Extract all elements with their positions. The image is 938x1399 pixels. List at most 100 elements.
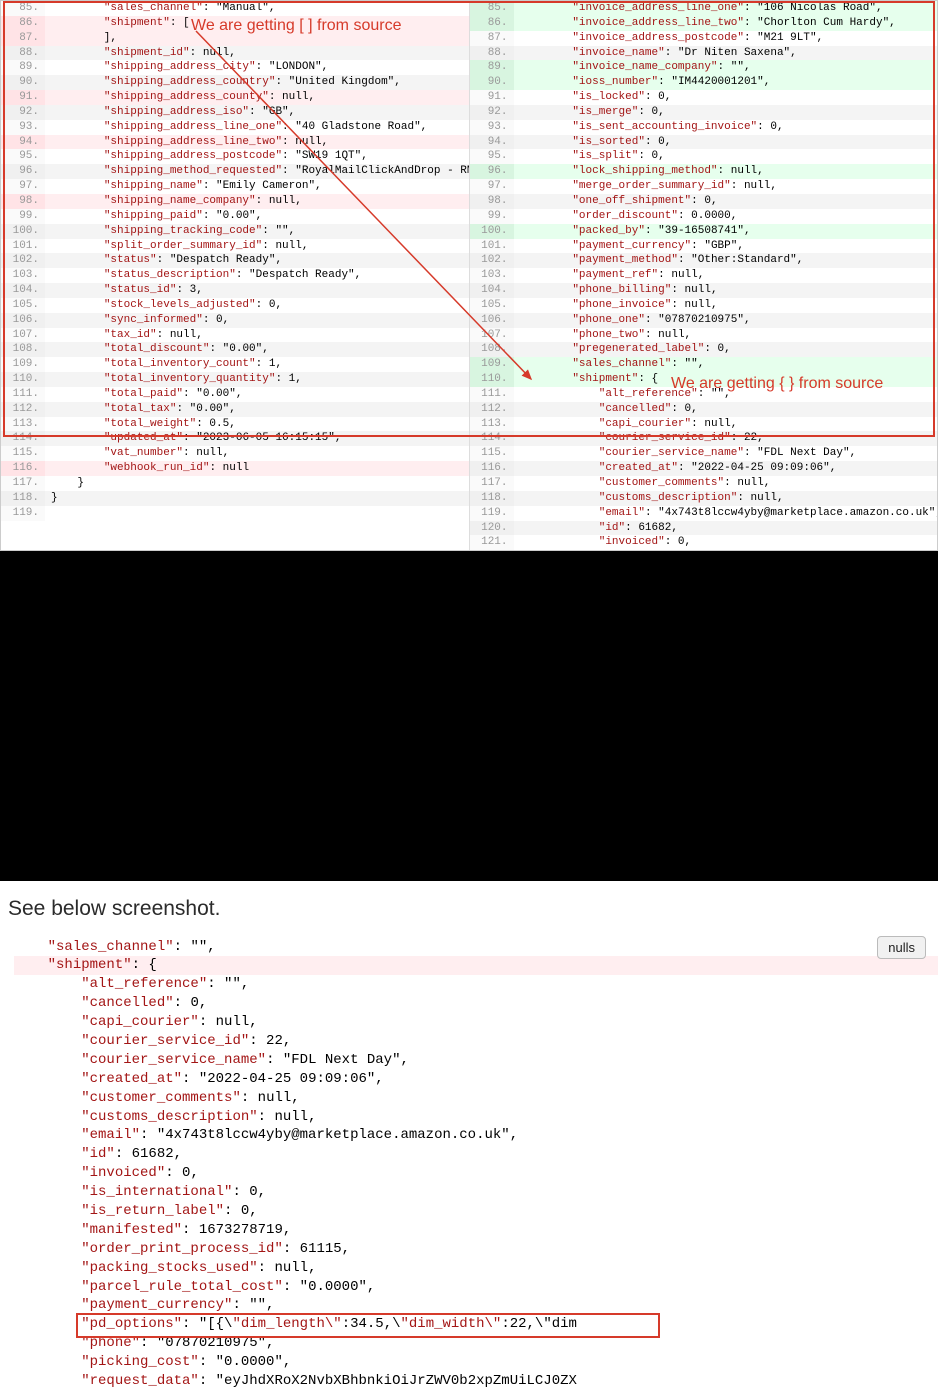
line-number: 109. — [1, 357, 45, 372]
code-line: 112. "cancelled": 0, — [470, 402, 938, 417]
json-line: "customer_comments": null, — [14, 1089, 938, 1108]
line-number: 99. — [1, 209, 45, 224]
line-number: 94. — [470, 135, 514, 150]
json-line: "shipment": { — [14, 956, 938, 975]
line-number: 106. — [1, 313, 45, 328]
line-number: 115. — [1, 446, 45, 461]
code-line: 91. "is_locked": 0, — [470, 90, 938, 105]
line-number: 87. — [1, 31, 45, 46]
code-line: 87. "invoice_address_postcode": "M21 9LT… — [470, 31, 938, 46]
line-number: 112. — [1, 402, 45, 417]
line-number: 92. — [470, 105, 514, 120]
line-number: 102. — [470, 253, 514, 268]
line-number: 118. — [470, 491, 514, 506]
code-line: 94. "shipping_address_line_two": null, — [1, 135, 469, 150]
json-line: "alt_reference": "", — [14, 975, 938, 994]
code-line: 105. "stock_levels_adjusted": 0, — [1, 298, 469, 313]
json-line: "courier_service_name": "FDL Next Day", — [14, 1051, 938, 1070]
line-number: 104. — [1, 283, 45, 298]
code-line: 101. "payment_currency": "GBP", — [470, 239, 938, 254]
line-number: 107. — [470, 328, 514, 343]
code-line: 90. "shipping_address_country": "United … — [1, 75, 469, 90]
json-line: "capi_courier": null, — [14, 1013, 938, 1032]
code-line: 93. "is_sent_accounting_invoice": 0, — [470, 120, 938, 135]
code-line: 104. "phone_billing": null, — [470, 283, 938, 298]
json-line: "payment_currency": "", — [14, 1296, 938, 1315]
code-line: 99. "shipping_paid": "0.00", — [1, 209, 469, 224]
code-line: 105. "phone_invoice": null, — [470, 298, 938, 313]
line-number: 88. — [470, 46, 514, 61]
code-line: 89. "invoice_name_company": "", — [470, 60, 938, 75]
second-screenshot: nulls "sales_channel": "", "shipment": {… — [0, 934, 938, 1399]
line-number: 112. — [470, 402, 514, 417]
line-number: 108. — [470, 342, 514, 357]
code-line: 106. "sync_informed": 0, — [1, 313, 469, 328]
json-line: "parcel_rule_total_cost": "0.0000", — [14, 1278, 938, 1297]
line-number: 117. — [1, 476, 45, 491]
json-line: "id": 61682, — [14, 1145, 938, 1164]
code-line: 95. "is_split": 0, — [470, 149, 938, 164]
line-number: 103. — [470, 268, 514, 283]
code-line: 120. "id": 61682, — [470, 521, 938, 536]
code-line: 102. "payment_method": "Other:Standard", — [470, 253, 938, 268]
line-number: 93. — [1, 120, 45, 135]
line-number: 119. — [1, 506, 45, 521]
code-line: 104. "status_id": 3, — [1, 283, 469, 298]
line-number: 97. — [1, 179, 45, 194]
code-line: 110. "shipment": { — [470, 372, 938, 387]
line-number: 99. — [470, 209, 514, 224]
code-line: 115. "courier_service_name": "FDL Next D… — [470, 446, 938, 461]
json-code-block[interactable]: "sales_channel": "", "shipment": { "alt_… — [0, 934, 938, 1395]
line-number: 107. — [1, 328, 45, 343]
line-number: 85. — [1, 1, 45, 16]
code-line: 108. "total_discount": "0.00", — [1, 342, 469, 357]
code-line: 88. "invoice_name": "Dr Niten Saxena", — [470, 46, 938, 61]
line-number: 115. — [470, 446, 514, 461]
code-line: 117. "customer_comments": null, — [470, 476, 938, 491]
line-number: 114. — [470, 431, 514, 446]
code-line: 85. "invoice_address_line_one": "106 Nic… — [470, 1, 938, 16]
diff-right-pane[interactable]: 85. "invoice_address_line_one": "106 Nic… — [469, 1, 938, 550]
code-line: 118.} — [1, 491, 469, 506]
code-line: 102. "status": "Despatch Ready", — [1, 253, 469, 268]
page-root: 85. "sales_channel": "Manual",86. "shipm… — [0, 0, 938, 1399]
line-number: 100. — [1, 224, 45, 239]
line-number: 100. — [470, 224, 514, 239]
line-number: 106. — [470, 313, 514, 328]
line-number: 116. — [1, 461, 45, 476]
line-number: 109. — [470, 357, 514, 372]
caption-text: See below screenshot. — [0, 881, 938, 933]
code-line: 110. "total_inventory_quantity": 1, — [1, 372, 469, 387]
code-line: 119. "email": "4x743t8lccw4yby@marketpla… — [470, 506, 938, 521]
code-line: 96. "lock_shipping_method": null, — [470, 164, 938, 179]
code-line: 109. "sales_channel": "", — [470, 357, 938, 372]
line-number: 89. — [1, 60, 45, 75]
json-line: "picking_cost": "0.0000", — [14, 1353, 938, 1372]
code-line: 114. "updated_at": "2023-06-05 16:15:15"… — [1, 431, 469, 446]
line-number: 104. — [470, 283, 514, 298]
line-number: 108. — [1, 342, 45, 357]
line-number: 113. — [470, 417, 514, 432]
code-line: 90. "ioss_number": "IM4420001201", — [470, 75, 938, 90]
line-number: 87. — [470, 31, 514, 46]
code-line: 86. "invoice_address_line_two": "Chorlto… — [470, 16, 938, 31]
json-line: "customs_description": null, — [14, 1108, 938, 1127]
nulls-button[interactable]: nulls — [877, 936, 926, 960]
json-line: "email": "4x743t8lccw4yby@marketplace.am… — [14, 1126, 938, 1145]
json-line: "manifested": 1673278719, — [14, 1221, 938, 1240]
code-line: 119. — [1, 506, 469, 521]
diff-left-pane[interactable]: 85. "sales_channel": "Manual",86. "shipm… — [1, 1, 469, 550]
json-line: "pd_options": "[{\"dim_length\":34.5,\"d… — [14, 1315, 938, 1334]
line-number: 86. — [470, 16, 514, 31]
code-line: 96. "shipping_method_requested": "RoyalM… — [1, 164, 469, 179]
code-line: 107. "tax_id": null, — [1, 328, 469, 343]
code-line: 107. "phone_two": null, — [470, 328, 938, 343]
code-line: 92. "is_merge": 0, — [470, 105, 938, 120]
code-line: 100. "shipping_tracking_code": "", — [1, 224, 469, 239]
line-number: 92. — [1, 105, 45, 120]
line-number: 110. — [470, 372, 514, 387]
code-line: 103. "status_description": "Despatch Rea… — [1, 268, 469, 283]
code-line: 87. ], — [1, 31, 469, 46]
line-number: 101. — [470, 239, 514, 254]
line-number: 96. — [1, 164, 45, 179]
